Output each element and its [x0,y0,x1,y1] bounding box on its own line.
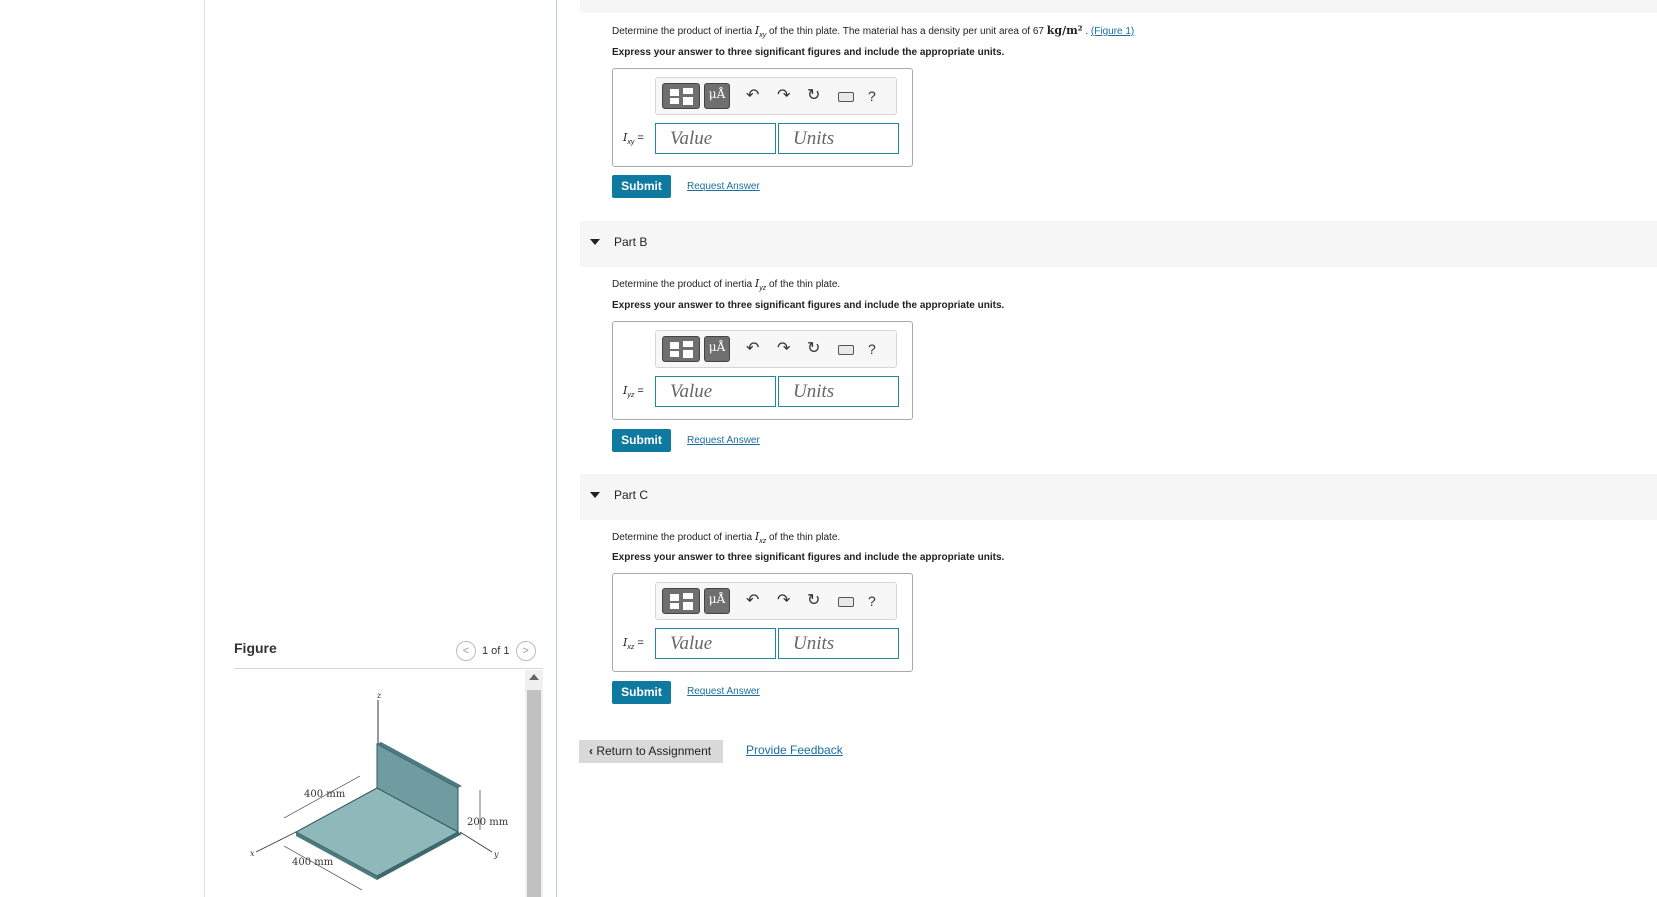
part-b-question: Determine the product of inertia Iyz of … [612,277,840,292]
help-icon[interactable]: ? [868,88,876,104]
var-sub: xy [627,139,635,147]
equals-sign: = [637,637,644,649]
figure-divider [234,668,543,669]
part-c-submit-button[interactable]: Submit [612,681,671,704]
left-gutter-line [204,0,205,897]
figure-title: Figure [234,640,277,656]
question-unit: kg/m² [1046,24,1083,37]
figure-scrollbar-thumb[interactable] [527,690,541,897]
value-input[interactable]: Value [655,123,776,154]
y-axis-line [459,831,493,853]
undo-icon[interactable]: ↶ [746,592,759,610]
part-b-header[interactable]: Part B [580,221,1657,267]
part-a-submit-button[interactable]: Submit [612,175,671,198]
z-axis-label: z [376,691,382,700]
part-c-header[interactable]: Part C [580,474,1657,520]
figure-diagram: z x y 400 mm 400 mm 200 mm [250,691,509,891]
value-placeholder: Value [670,128,713,149]
value-input[interactable]: Value [655,376,776,407]
variable-label: Ixy = [623,131,644,146]
keyboard-icon[interactable] [838,597,854,607]
question-text-post: of the thin plate. [766,532,841,543]
part-b-answer-box: μÅ ↶ ↷ ↻ ? Iyz = Value Units [612,321,913,420]
question-text: Determine the product of inertia [612,279,755,290]
units-symbol-button[interactable]: μÅ [704,588,730,614]
math-toolbar: μÅ ↶ ↷ ↻ ? [655,77,897,115]
question-text-post: . [1082,26,1091,37]
units-symbol-button[interactable]: μÅ [704,336,730,362]
units-placeholder: Units [793,633,835,654]
part-b-instruction: Express your answer to three significant… [612,300,1005,311]
question-text-post: of the thin plate. [766,279,841,290]
chevron-left-icon[interactable]: < [456,641,476,661]
provide-feedback-link[interactable]: Provide Feedback [746,743,843,757]
units-placeholder: Units [793,381,835,402]
question-text-mid: of the thin plate. The material has a de… [766,26,1047,37]
undo-icon[interactable]: ↶ [746,87,759,105]
question-text: Determine the product of inertia [612,532,755,543]
undo-icon[interactable]: ↶ [746,340,759,358]
reset-icon[interactable]: ↻ [807,340,820,358]
chevron-left-icon: ‹ [589,744,593,758]
scroll-up-icon[interactable] [529,674,539,680]
templates-icon[interactable] [662,588,700,614]
help-icon[interactable]: ? [868,341,876,357]
units-input[interactable]: Units [778,123,899,154]
variable-label: Ixz = [623,636,644,651]
redo-icon[interactable]: ↷ [777,592,790,610]
units-input[interactable]: Units [778,376,899,407]
part-a-request-answer-link[interactable]: Request Answer [687,181,760,192]
redo-icon[interactable]: ↷ [777,340,790,358]
part-a-question: Determine the product of inertia Ixy of … [612,24,1134,39]
y-axis-label: y [493,850,499,859]
part-c-instruction: Express your answer to three significant… [612,552,1005,563]
part-a-header-band [580,0,1657,13]
redo-icon[interactable]: ↷ [777,87,790,105]
units-symbol-button[interactable]: μÅ [704,83,730,109]
dim-400-top: 400 mm [304,789,346,800]
equals-sign: = [637,385,644,397]
part-b-request-answer-link[interactable]: Request Answer [687,435,760,446]
part-a-answer-box: μÅ ↶ ↷ ↻ ? Ixy = Value Units [612,68,913,167]
part-b-submit-button[interactable]: Submit [612,429,671,452]
part-c-question: Determine the product of inertia Ixz of … [612,530,840,545]
part-a-instruction: Express your answer to three significant… [612,47,1005,58]
equals-sign: = [637,132,644,144]
value-placeholder: Value [670,633,713,654]
math-toolbar: μÅ ↶ ↷ ↻ ? [655,582,897,620]
templates-icon[interactable] [662,83,700,109]
figure-page-count: 1 of 1 [482,645,510,657]
part-c-request-answer-link[interactable]: Request Answer [687,686,760,697]
dim-400-bottom: 400 mm [292,857,334,868]
math-toolbar: μÅ ↶ ↷ ↻ ? [655,330,897,368]
question-text: Determine the product of inertia [612,26,755,37]
caret-down-icon[interactable] [590,492,600,498]
keyboard-icon[interactable] [838,92,854,102]
units-placeholder: Units [793,128,835,149]
figure-pager: < 1 of 1 > [456,641,536,661]
var-sub: xz [627,644,635,652]
caret-down-icon[interactable] [590,239,600,245]
x-axis-label: x [250,849,255,858]
chevron-right-icon[interactable]: > [515,641,536,661]
part-c-label: Part C [614,488,649,502]
variable-label: Iyz = [623,384,644,399]
return-to-assignment-button[interactable]: ‹ Return to Assignment [579,740,723,763]
reset-icon[interactable]: ↻ [807,87,820,105]
figure-link[interactable]: (Figure 1) [1091,26,1134,37]
var-sub: yz [627,392,635,400]
part-b-label: Part B [614,235,648,249]
return-label: Return to Assignment [596,744,712,758]
units-input[interactable]: Units [778,628,899,659]
keyboard-icon[interactable] [838,345,854,355]
help-icon[interactable]: ? [868,593,876,609]
part-c-answer-box: μÅ ↶ ↷ ↻ ? Ixz = Value Units [612,573,913,672]
templates-icon[interactable] [662,336,700,362]
value-input[interactable]: Value [655,628,776,659]
value-placeholder: Value [670,381,713,402]
reset-icon[interactable]: ↻ [807,592,820,610]
dim-200: 200 mm [467,817,509,828]
figure-panel-divider [556,0,557,897]
